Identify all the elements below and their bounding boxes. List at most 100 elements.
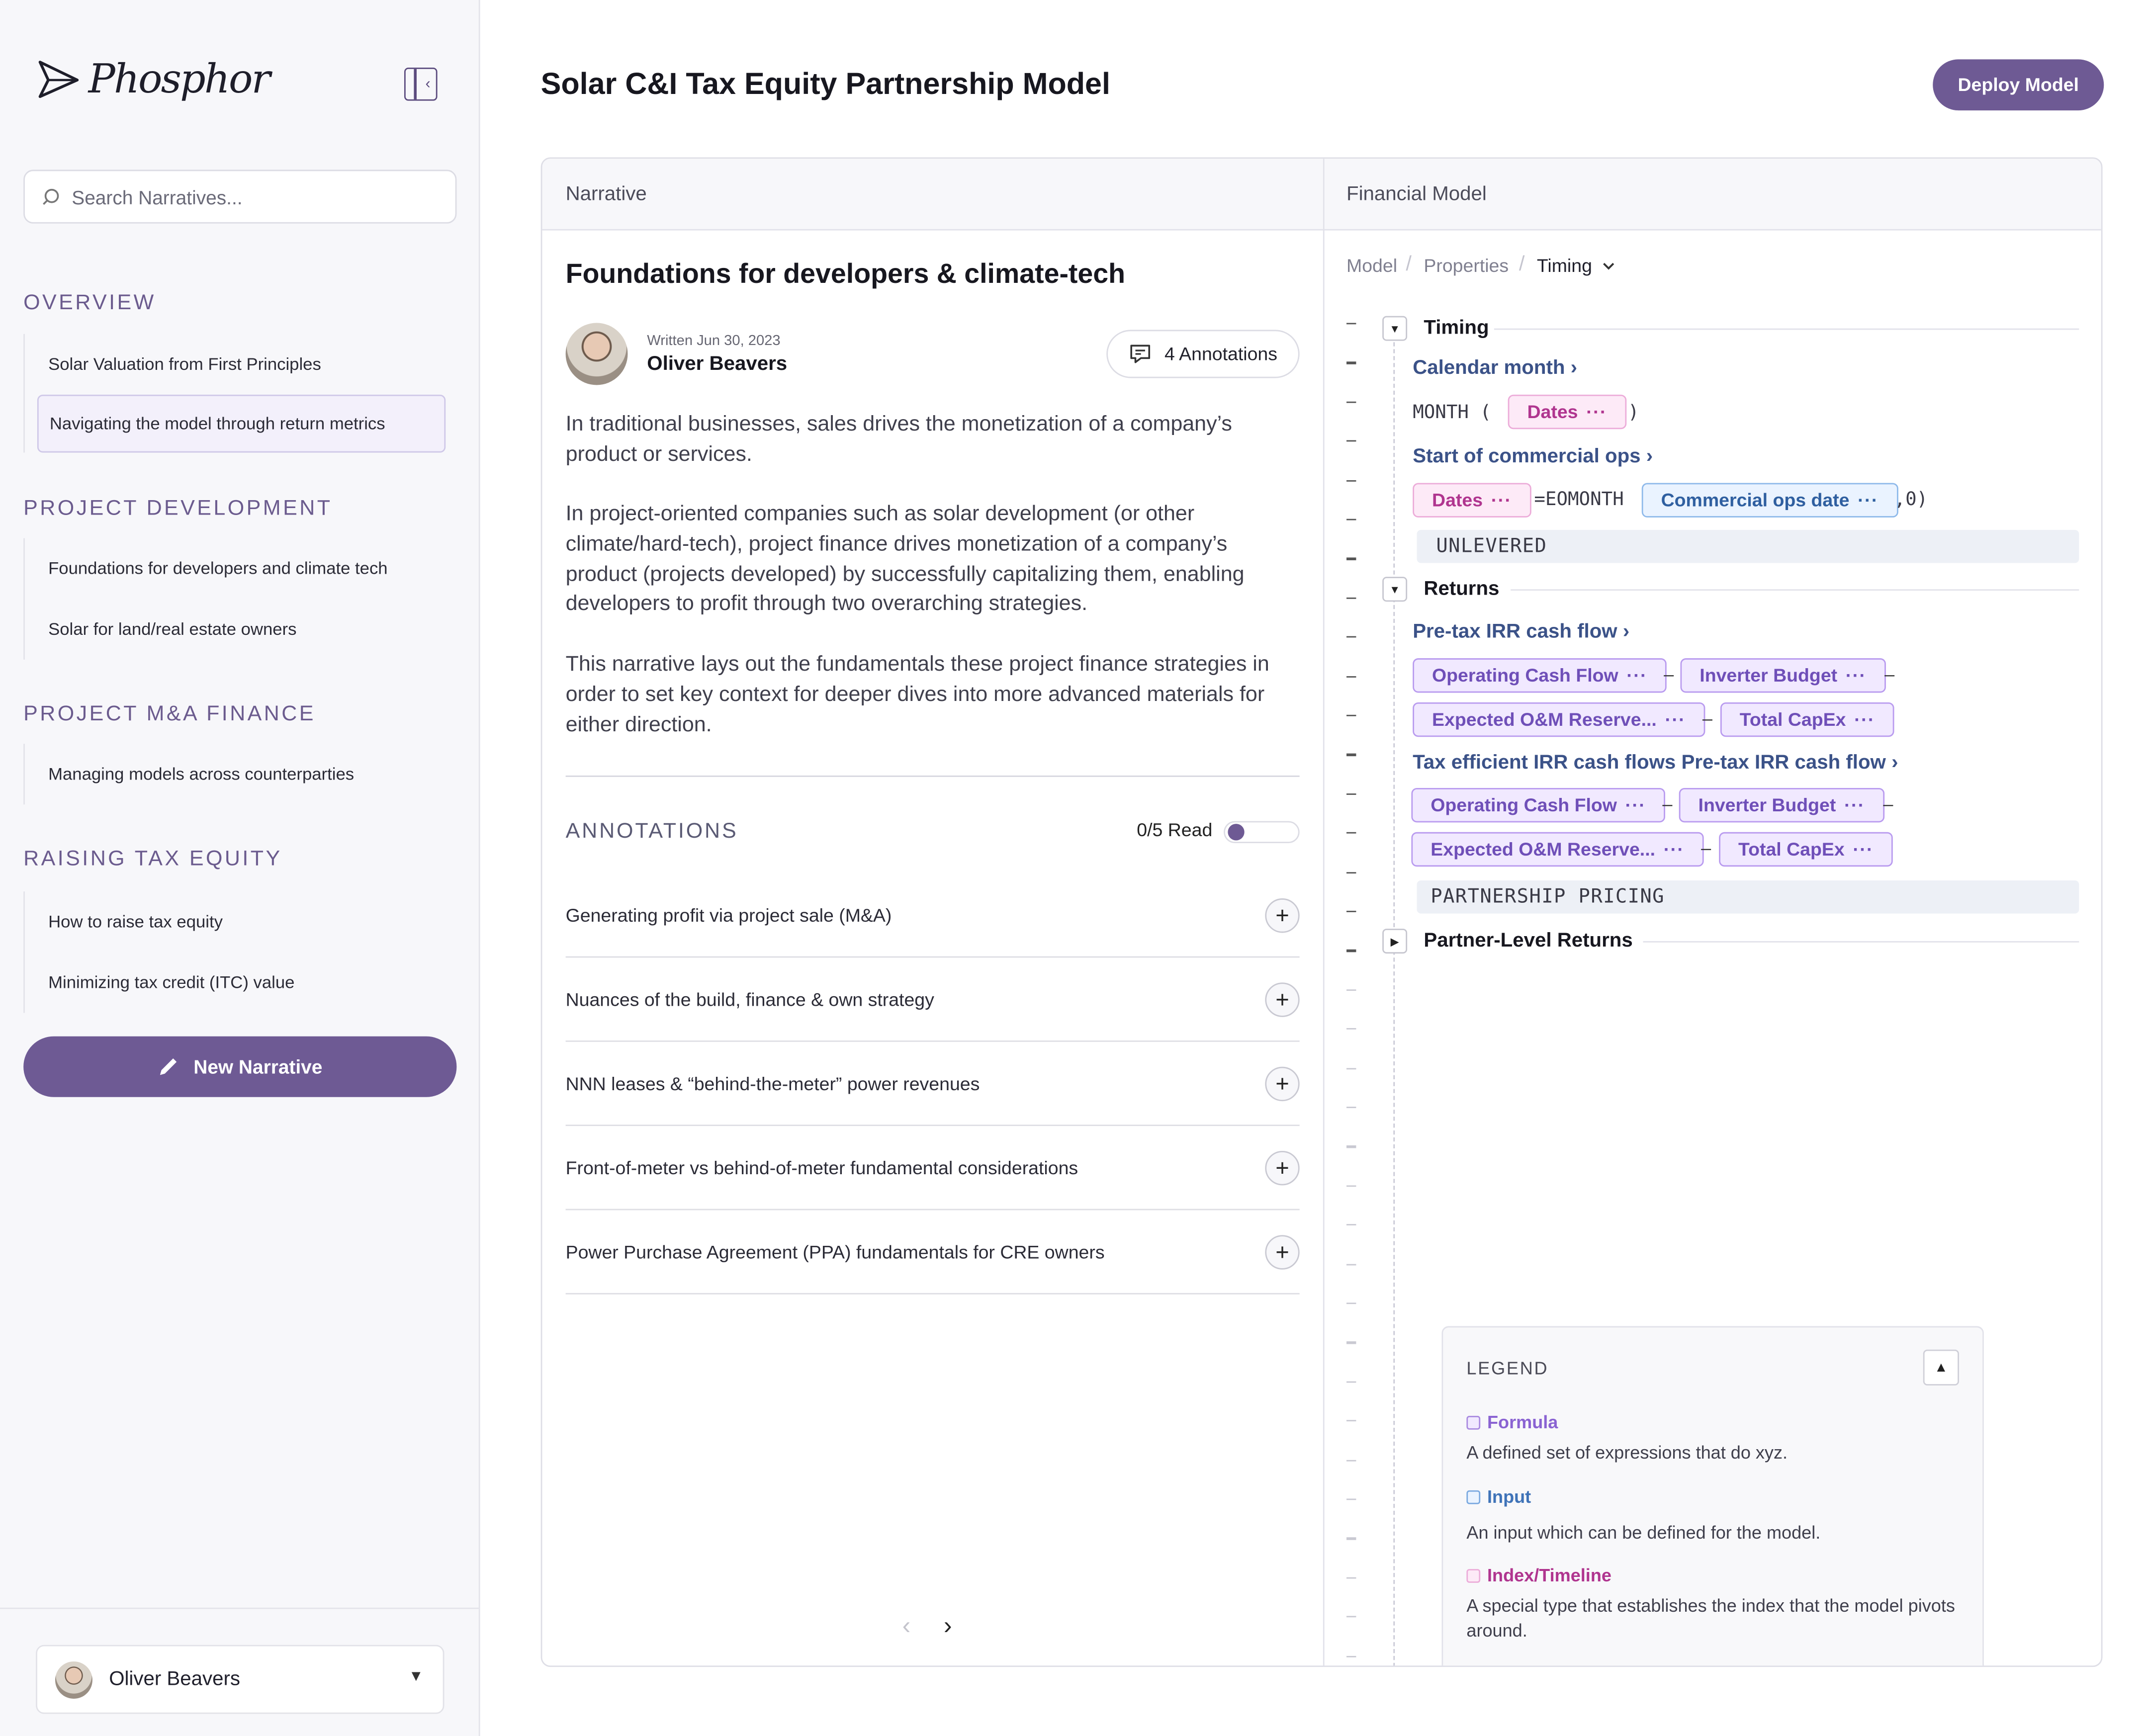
chip-label: Dates [1432,490,1483,511]
om-reserve-formula-chip[interactable]: Expected O&M Reserve... ··· [1413,702,1705,737]
open-paren: ( [1480,401,1492,424]
chip-label: Inverter Budget [1700,665,1838,686]
more-icon[interactable]: ··· [1844,795,1865,816]
more-icon[interactable]: ··· [1853,839,1874,860]
more-icon[interactable]: ··· [1626,665,1647,686]
expand-plus-icon[interactable]: + [1265,897,1300,933]
collapse-returns-caret-icon[interactable]: ▼ [1382,577,1408,602]
page-title: Solar C&I Tax Equity Partnership Model [540,66,1110,101]
formula-eomonth: =EOMONTH [1534,488,1624,511]
breadcrumb-model[interactable]: Model [1346,256,1397,276]
property-tax-efficient-irr[interactable]: Tax efficient IRR cash flows Pre-tax IRR… [1413,752,1898,774]
previous-page-icon[interactable]: ‹ [902,1612,911,1641]
commercial-ops-date-input-chip[interactable]: Commercial ops date ··· [1641,483,1898,518]
inverter-budget-formula-chip[interactable]: Inverter Budget ··· [1680,658,1886,693]
expand-plus-icon[interactable]: + [1265,981,1300,1017]
collapse-timing-caret-icon[interactable]: ▼ [1382,316,1408,341]
property-start-commercial-ops[interactable]: Start of commercial ops › [1413,446,1653,468]
chevron-down-icon[interactable] [1602,261,1615,272]
sidebar-item-managing-models[interactable]: Managing models across counterparties [25,744,446,804]
card-header [542,159,2101,231]
search-input[interactable] [72,185,431,208]
sidebar-item-navigating-model[interactable]: Navigating the model through return metr… [37,394,446,453]
dates-index-chip[interactable]: Dates ··· [1508,394,1626,430]
more-icon[interactable]: ··· [1665,709,1686,730]
sidebar: Phosphor ‹ OVERVIEW Solar Valuation from… [0,0,480,1736]
property-pretax-irr[interactable]: Pre-tax IRR cash flow › [1413,621,1629,643]
function-name: MONTH [1413,401,1469,424]
next-page-icon[interactable]: › [944,1612,952,1641]
more-icon[interactable]: ··· [1858,490,1879,511]
sidebar-item-foundations[interactable]: Foundations for developers and climate t… [25,538,446,599]
legend-name: Input [1487,1486,1531,1507]
row-marker [1346,871,1356,873]
row-marker [1346,519,1356,521]
sidebar-item-land-owners[interactable]: Solar for land/real estate owners [25,599,446,660]
row-marker [1346,558,1356,560]
legend-name: Formula [1487,1411,1558,1433]
annotation-item[interactable]: Power Purchase Agreement (PPA) fundament… [565,1210,1300,1295]
minus-operator: – [1884,664,1895,685]
expand-plus-icon[interactable]: + [1265,1150,1300,1185]
chip-label: Total CapEx [1738,839,1845,860]
more-icon[interactable]: ··· [1664,839,1685,860]
operating-cash-flow-formula-chip[interactable]: Operating Cash Flow ··· [1411,787,1665,823]
property-label: Tax efficient IRR cash flows Pre-tax IRR… [1413,752,1886,775]
annotation-item[interactable]: Generating profit via project sale (M&A)… [565,873,1300,958]
deploy-model-button[interactable]: Deploy Model [1933,59,2104,111]
row-marker [1346,989,1356,991]
annotation-item[interactable]: Nuances of the build, finance & own stra… [565,957,1300,1042]
breadcrumb-timing[interactable]: Timing [1537,256,1592,276]
brand-logo[interactable]: Phosphor [36,55,270,102]
search-box[interactable] [23,170,457,224]
chevron-right-icon: › [1570,357,1578,380]
nav-group-overview: Solar Valuation from First Principles Na… [23,334,446,453]
new-narrative-button[interactable]: New Narrative [23,1036,457,1097]
row-marker [1346,676,1356,678]
dates-index-chip[interactable]: Dates ··· [1413,483,1531,518]
more-icon[interactable]: ··· [1846,665,1867,686]
read-progress-toggle[interactable] [1224,821,1300,844]
more-icon[interactable]: ··· [1586,402,1607,423]
user-menu[interactable]: Oliver Beavers ▼ [36,1645,445,1714]
annotation-item[interactable]: Front-of-meter vs behind-of-meter fundam… [565,1126,1300,1211]
collapse-sidebar-button[interactable]: ‹ [404,68,438,101]
breadcrumb-properties[interactable]: Properties [1424,256,1509,276]
comment-add-icon [1130,345,1151,363]
collapse-legend-chevron-up-icon[interactable]: ▲ [1923,1349,1959,1386]
more-icon[interactable]: ··· [1491,490,1512,511]
total-capex-formula-chip[interactable]: Total CapEx ··· [1720,702,1894,737]
sidebar-item-minimizing-itc[interactable]: Minimizing tax credit (ITC) value [25,952,446,1013]
row-marker [1346,479,1356,482]
annotation-item[interactable]: NNN leases & “behind-the-meter” power re… [565,1042,1300,1127]
annotations-button[interactable]: 4 Annotations [1106,330,1300,378]
breadcrumb-separator: / [1406,252,1412,276]
formula-zero-arg: ,0) [1894,488,1928,511]
legend-item-index-timeline: Index/Timeline [1466,1565,1611,1585]
sidebar-item-raise-tax-equity[interactable]: How to raise tax equity [25,891,446,952]
inverter-budget-formula-chip[interactable]: Inverter Budget ··· [1679,787,1884,823]
expand-plus-icon[interactable]: + [1265,1066,1300,1101]
property-calendar-month[interactable]: Calendar month › [1413,357,1577,379]
total-capex-formula-chip[interactable]: Total CapEx ··· [1719,832,1893,867]
minus-operator: – [1664,664,1674,685]
minus-operator: – [1662,793,1673,814]
tree-guide-line [1393,342,1395,1666]
row-marker [1346,323,1356,325]
expand-partner-returns-caret-icon[interactable]: ▶ [1382,929,1408,954]
more-icon[interactable]: ··· [1854,709,1875,730]
row-marker [1346,362,1356,364]
property-label: Calendar month [1413,357,1565,380]
om-reserve-formula-chip[interactable]: Expected O&M Reserve... ··· [1411,832,1704,867]
annotation-label: Nuances of the build, finance & own stra… [565,988,934,1010]
legend-item-formula: Formula [1466,1411,1558,1433]
section-title-project-development: PROJECT DEVELOPMENT [23,497,333,521]
new-narrative-label: New Narrative [193,1055,323,1078]
row-marker [1346,1028,1356,1031]
operating-cash-flow-formula-chip[interactable]: Operating Cash Flow ··· [1413,658,1667,693]
row-marker [1346,754,1356,756]
more-icon[interactable]: ··· [1625,795,1646,816]
sidebar-item-solar-valuation[interactable]: Solar Valuation from First Principles [25,334,446,395]
row-marker [1346,1498,1356,1501]
expand-plus-icon[interactable]: + [1265,1234,1300,1269]
